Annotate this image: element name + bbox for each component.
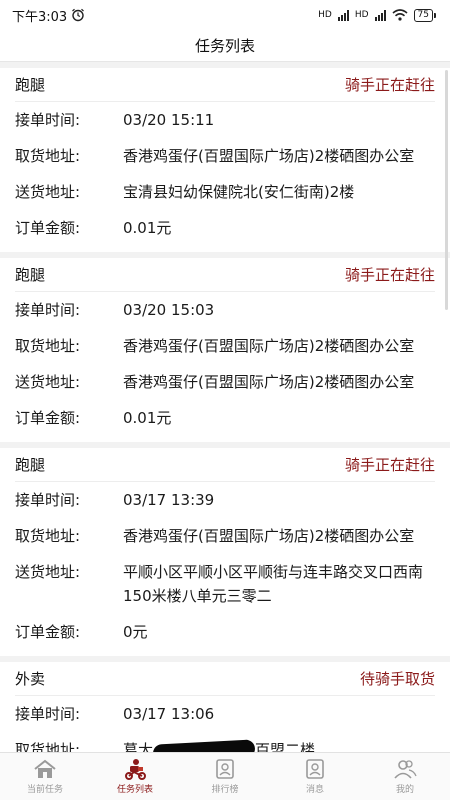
pickup-label: 取货地址: <box>15 147 81 165</box>
page-header: 任务列表 <box>0 30 450 62</box>
message-icon <box>306 759 324 779</box>
delivery-label: 送货地址: <box>15 183 81 201</box>
tab-label: 消息 <box>305 785 324 795</box>
amount-value: 0元 <box>123 623 148 641</box>
status-bar: 下午3:03 HD HD 75 <box>0 0 450 30</box>
tab-label: 排行榜 <box>211 785 239 795</box>
pickup-suffix: 百盟二楼 <box>255 741 316 752</box>
tab-messages[interactable]: 消息 <box>270 753 360 800</box>
pickup-value: 香港鸡蛋仔(百盟国际广场店)2楼硒图办公室 <box>123 527 415 545</box>
accept-time-value: 03/17 13:39 <box>123 491 215 509</box>
signal-icon <box>374 9 386 21</box>
pickup-value: 香港鸡蛋仔(百盟国际广场店)2楼硒图办公室 <box>123 147 415 165</box>
order-type: 跑腿 <box>15 456 46 474</box>
amount-label: 订单金额: <box>15 219 81 237</box>
alarm-icon <box>72 8 85 22</box>
accept-time-value: 03/20 15:11 <box>123 111 215 129</box>
order-pickup-row: 取货地址: 香港鸡蛋仔(百盟国际广场店)2楼硒图办公室 <box>15 328 435 364</box>
order-card-header: 跑腿 骑手正在赶往 <box>15 448 435 482</box>
order-pickup-row: 取货地址: 香港鸡蛋仔(百盟国际广场店)2楼硒图办公室 <box>15 518 435 554</box>
tab-profile[interactable]: 我的 <box>360 753 450 800</box>
order-accept-time-row: 接单时间: 03/17 13:06 <box>15 696 435 732</box>
pickup-value: 香港鸡蛋仔(百盟国际广场店)2楼硒图办公室 <box>123 337 415 355</box>
tab-ranking[interactable]: 排行榜 <box>180 753 270 800</box>
redaction-mark <box>152 738 256 752</box>
order-type: 跑腿 <box>15 266 46 284</box>
signal-icon <box>337 9 349 21</box>
status-time: 下午3:03 <box>12 9 68 25</box>
tab-label: 当前任务 <box>26 785 63 795</box>
order-delivery-row: 送货地址: 香港鸡蛋仔(百盟国际广场店)2楼硒图办公室 <box>15 364 435 400</box>
order-status: 待骑手取货 <box>359 670 435 688</box>
amount-value: 0.01元 <box>123 409 172 427</box>
tab-label: 任务列表 <box>116 785 153 795</box>
amount-label: 订单金额: <box>15 409 81 427</box>
accept-time-label: 接单时间: <box>15 705 81 723</box>
order-card[interactable]: 外卖 待骑手取货 接单时间: 03/17 13:06 取货地址: 葛大 百盟二楼 <box>0 662 450 752</box>
order-card-header: 跑腿 骑手正在赶往 <box>15 258 435 292</box>
order-delivery-row: 送货地址: 平顺小区平顺小区平顺街与连丰路交叉口西南150米楼八单元三零二 <box>15 554 435 614</box>
order-status: 骑手正在赶往 <box>344 456 435 474</box>
amount-value: 0.01元 <box>123 219 172 237</box>
pickup-label: 取货地址: <box>15 337 81 355</box>
order-delivery-row: 送货地址: 宝清县妇幼保健院北(安仁街南)2楼 <box>15 174 435 210</box>
delivery-value: 香港鸡蛋仔(百盟国际广场店)2楼硒图办公室 <box>123 373 415 391</box>
wifi-icon <box>392 9 408 21</box>
order-amount-row: 订单金额: 0.01元 <box>15 400 435 436</box>
order-card-header: 跑腿 骑手正在赶往 <box>15 68 435 102</box>
order-card[interactable]: 跑腿 骑手正在赶往 接单时间: 03/17 13:39 取货地址: 香港鸡蛋仔(… <box>0 448 450 656</box>
battery-level: 75 <box>413 8 433 22</box>
accept-time-label: 接单时间: <box>15 491 81 509</box>
accept-time-label: 接单时间: <box>15 301 81 319</box>
status-left: 下午3:03 <box>12 6 85 25</box>
order-list[interactable]: 跑腿 骑手正在赶往 接单时间: 03/20 15:11 取货地址: 香港鸡蛋仔(… <box>0 62 450 752</box>
battery-icon: 75 <box>413 8 436 22</box>
order-card[interactable]: 跑腿 骑手正在赶往 接单时间: 03/20 15:11 取货地址: 香港鸡蛋仔(… <box>0 68 450 252</box>
delivery-label: 送货地址: <box>15 563 81 581</box>
accept-time-value: 03/17 13:06 <box>123 705 215 723</box>
status-right: HD HD 75 <box>318 8 436 22</box>
network-label-1: HD <box>318 10 332 20</box>
order-card[interactable]: 跑腿 骑手正在赶往 接单时间: 03/20 15:03 取货地址: 香港鸡蛋仔(… <box>0 258 450 442</box>
order-pickup-row: 取货地址: 香港鸡蛋仔(百盟国际广场店)2楼硒图办公室 <box>15 138 435 174</box>
delivery-value: 平顺小区平顺小区平顺街与连丰路交叉口西南150米楼八单元三零二 <box>123 563 424 605</box>
rank-icon <box>216 759 234 779</box>
order-accept-time-row: 接单时间: 03/20 15:11 <box>15 102 435 138</box>
tab-current-task[interactable]: 当前任务 <box>0 753 90 800</box>
home-icon <box>34 759 56 778</box>
page-title: 任务列表 <box>194 37 255 55</box>
delivery-value: 宝清县妇幼保健院北(安仁街南)2楼 <box>123 183 355 201</box>
network-label-2: HD <box>354 10 369 20</box>
order-accept-time-row: 接单时间: 03/20 15:03 <box>15 292 435 328</box>
pickup-label: 取货地址: <box>15 741 81 752</box>
order-card-header: 外卖 待骑手取货 <box>15 662 435 696</box>
order-accept-time-row: 接单时间: 03/17 13:39 <box>15 482 435 518</box>
scroll-indicator <box>445 70 448 310</box>
pickup-value: 葛大 百盟二楼 <box>123 738 435 752</box>
bottom-tab-bar: 当前任务 任务列表 排行榜 消息 我的 <box>0 752 450 800</box>
order-type: 跑腿 <box>15 76 46 94</box>
pickup-prefix: 葛大 <box>123 741 154 752</box>
tab-task-list[interactable]: 任务列表 <box>90 753 180 800</box>
pickup-label: 取货地址: <box>15 527 81 545</box>
profile-icon <box>394 760 417 779</box>
order-amount-row: 订单金额: 0.01元 <box>15 210 435 246</box>
tab-label: 我的 <box>395 785 414 795</box>
delivery-label: 送货地址: <box>15 373 81 391</box>
order-amount-row: 订单金额: 0元 <box>15 614 435 650</box>
rider-icon <box>125 759 146 780</box>
accept-time-value: 03/20 15:03 <box>123 301 215 319</box>
order-pickup-row: 取货地址: 葛大 百盟二楼 <box>15 732 435 752</box>
order-status: 骑手正在赶往 <box>344 76 435 94</box>
amount-label: 订单金额: <box>15 623 81 641</box>
accept-time-label: 接单时间: <box>15 111 81 129</box>
order-status: 骑手正在赶往 <box>344 266 435 284</box>
order-type: 外卖 <box>15 670 46 688</box>
